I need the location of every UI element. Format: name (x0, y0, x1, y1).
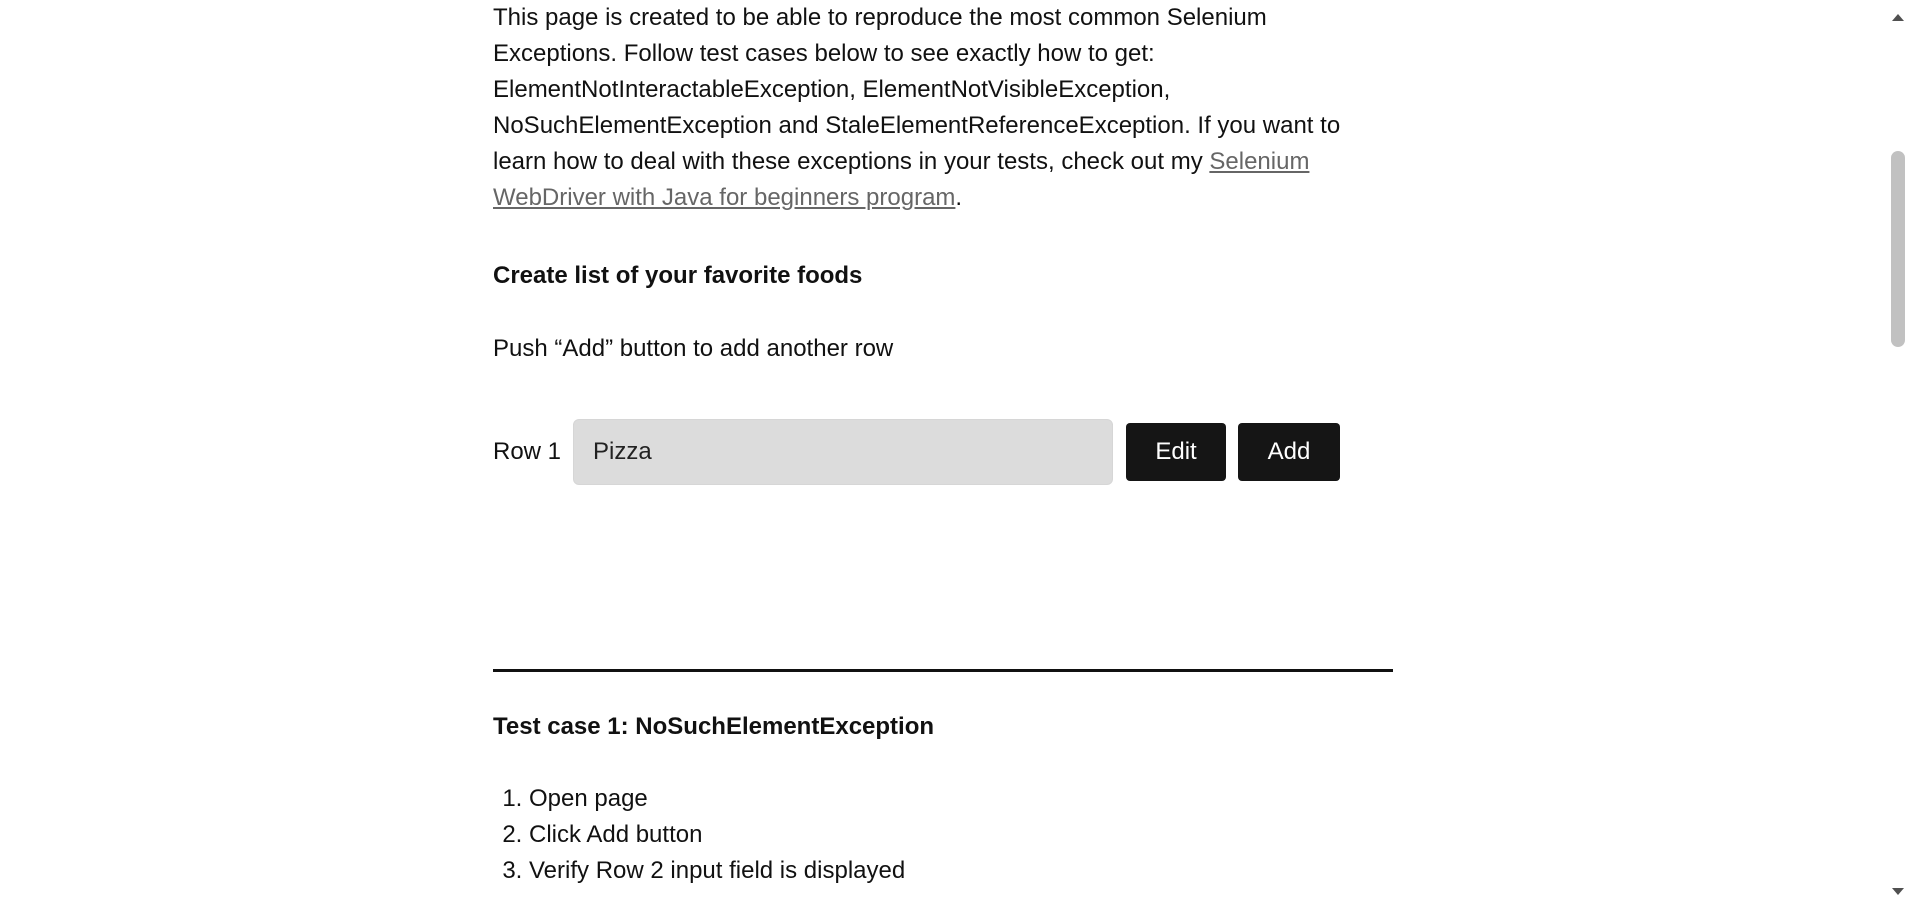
section-divider (493, 669, 1393, 672)
row-1-input[interactable] (573, 419, 1114, 485)
row-label: Row 1 (493, 438, 562, 465)
test-case-1-heading: Test case 1: NoSuchElementException (493, 713, 935, 740)
intro-text-end: . (955, 184, 963, 211)
add-button[interactable]: Add (1238, 423, 1341, 481)
test-case-1-steps: Open page Click Add button Verify Row 2 … (493, 781, 905, 889)
list-item: Open page (529, 781, 905, 817)
add-row-hint: Push “Add” button to add another row (493, 335, 894, 362)
scroll-down-arrow-icon[interactable] (1892, 888, 1904, 895)
list-item: Click Add button (529, 817, 905, 853)
food-row-1: Row 1 Edit Add (493, 419, 1352, 485)
page-scrollbar[interactable] (1888, 0, 1908, 903)
scrollbar-thumb[interactable] (1891, 151, 1905, 347)
scroll-up-arrow-icon[interactable] (1892, 14, 1904, 21)
edit-button[interactable]: Edit (1126, 423, 1227, 481)
intro-paragraph: This page is created to be able to repro… (493, 0, 1393, 216)
list-item: Verify Row 2 input field is displayed (529, 853, 905, 889)
foods-section-heading: Create list of your favorite foods (493, 262, 863, 289)
main-content: This page is created to be able to repro… (493, 0, 1393, 884)
